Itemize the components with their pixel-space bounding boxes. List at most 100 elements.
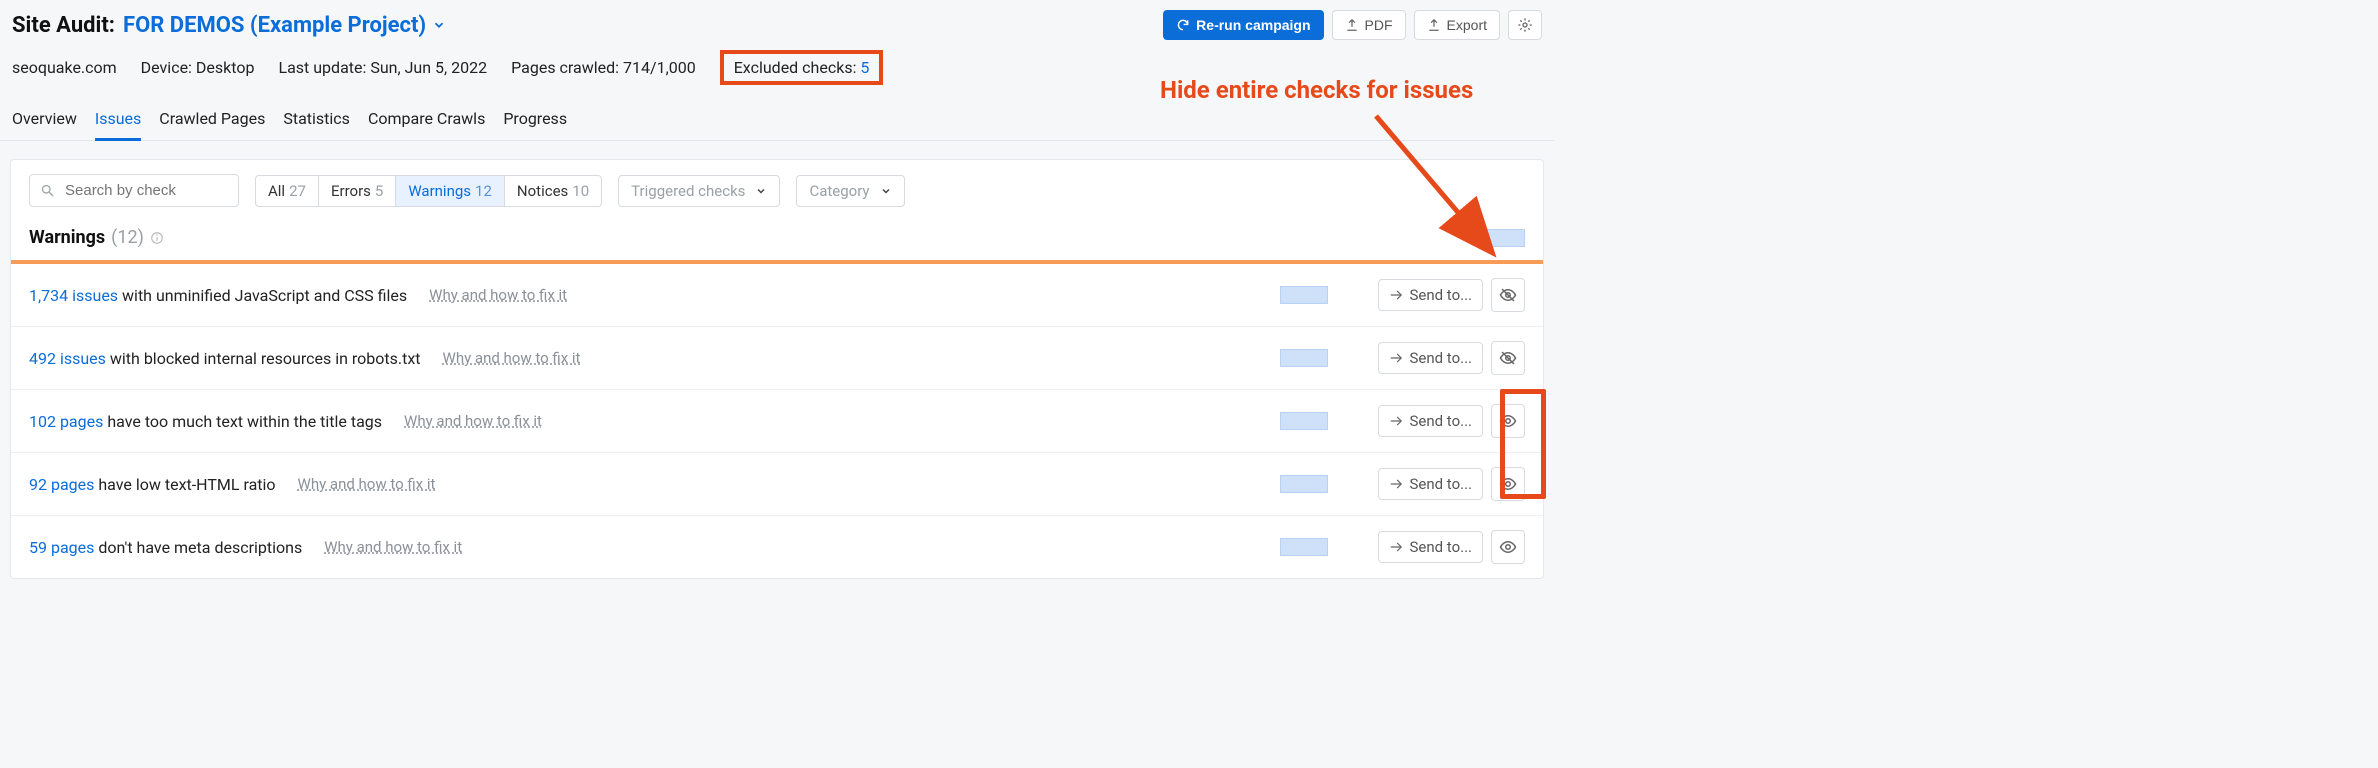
issue-row: 1,734 issues with unminified JavaScript … [11,264,1543,327]
tab-crawled-pages[interactable]: Crawled Pages [159,103,265,140]
issue-description: don't have meta descriptions [94,538,302,557]
send-to-label: Send to... [1409,412,1472,430]
upload-icon [1427,18,1441,32]
gear-icon [1517,17,1533,33]
filter-warnings[interactable]: Warnings12 [395,176,504,206]
device-info: Device: Desktop [141,58,255,77]
export-button[interactable]: Export [1414,10,1500,40]
share-icon [1389,414,1403,428]
filter-errors-count: 5 [375,182,383,200]
crawled-info: Pages crawled: 714/1,000 [511,58,696,77]
filter-notices-count: 10 [572,182,589,200]
show-check-button[interactable] [1491,530,1525,564]
settings-button[interactable] [1508,10,1542,40]
rerun-campaign-button[interactable]: Re-run campaign [1163,10,1323,40]
send-to-button[interactable]: Send to... [1378,531,1483,563]
trend-sparkline [1280,349,1328,367]
upload-icon [1345,18,1359,32]
send-to-button[interactable]: Send to... [1378,405,1483,437]
eye-icon [1499,475,1517,493]
share-icon [1389,288,1403,302]
send-to-label: Send to... [1409,286,1472,304]
excluded-label: Excluded checks: [734,58,857,77]
issue-count-link[interactable]: 92 pages [29,475,94,494]
send-to-button[interactable]: Send to... [1378,279,1483,311]
filter-notices[interactable]: Notices10 [504,176,601,206]
eye-icon [1499,538,1517,556]
issue-description: have too much text within the title tags [103,412,382,431]
eye-icon [1499,412,1517,430]
info-icon[interactable] [150,231,164,245]
search-input[interactable] [63,181,228,200]
annotation-text: Hide entire checks for issues [1160,76,1473,104]
filter-all-label: All [268,182,285,200]
why-fix-link[interactable]: Why and how to fix it [443,349,581,367]
trend-sparkline [1280,286,1328,304]
excluded-count-link[interactable]: 5 [860,58,869,77]
tab-statistics[interactable]: Statistics [283,103,350,140]
pdf-label: PDF [1365,17,1393,33]
pdf-button[interactable]: PDF [1332,10,1406,40]
device-value: Desktop [196,58,255,77]
tab-issues[interactable]: Issues [95,103,141,141]
search-icon [40,183,55,198]
issue-count-link[interactable]: 102 pages [29,412,103,431]
hide-check-button[interactable] [1491,341,1525,375]
last-update-info: Last update: Sun, Jun 5, 2022 [278,58,487,77]
severity-filter: All27 Errors5 Warnings12 Notices10 [255,175,602,207]
show-check-button[interactable] [1491,467,1525,501]
issue-description: have low text-HTML ratio [94,475,275,494]
why-fix-link[interactable]: Why and how to fix it [404,412,542,430]
device-label: Device: [141,58,192,77]
trend-sparkline [1280,412,1328,430]
chevron-down-icon [432,18,446,32]
category-dropdown[interactable]: Category [796,175,904,207]
send-to-label: Send to... [1409,349,1472,367]
category-label: Category [809,182,869,200]
triggered-label: Triggered checks [631,182,745,200]
issue-row: 102 pages have too much text within the … [11,390,1543,453]
filter-notices-label: Notices [517,182,568,200]
trend-sparkline [1280,538,1328,556]
issue-row: 492 issues with blocked internal resourc… [11,327,1543,390]
send-to-label: Send to... [1409,538,1472,556]
tab-progress[interactable]: Progress [503,103,567,140]
chevron-down-icon [880,185,892,197]
send-to-button[interactable]: Send to... [1378,468,1483,500]
issue-row: 92 pages have low text-HTML ratio Why and… [11,453,1543,516]
why-fix-link[interactable]: Why and how to fix it [429,286,567,304]
search-input-wrap[interactable] [29,174,239,207]
eye-off-icon [1499,286,1517,304]
issue-description: with blocked internal resources in robot… [106,349,421,368]
crawled-label: Pages crawled: [511,58,619,77]
triggered-checks-dropdown[interactable]: Triggered checks [618,175,780,207]
share-icon [1389,477,1403,491]
refresh-icon [1176,18,1190,32]
issue-count-link[interactable]: 59 pages [29,538,94,557]
section-title: Warnings [29,227,105,248]
domain-text: seoquake.com [12,58,117,77]
why-fix-link[interactable]: Why and how to fix it [324,538,462,556]
last-update-label: Last update: [278,58,366,77]
section-count: (12) [111,227,144,248]
show-check-button[interactable] [1491,404,1525,438]
tab-overview[interactable]: Overview [12,103,77,140]
filter-all[interactable]: All27 [256,176,318,206]
rerun-label: Re-run campaign [1196,17,1310,33]
hide-check-button[interactable] [1491,278,1525,312]
excluded-checks-highlight: Excluded checks: 5 [720,50,884,85]
issue-count-link[interactable]: 492 issues [29,349,106,368]
send-to-label: Send to... [1409,475,1472,493]
chevron-down-icon [755,185,767,197]
trend-sparkline [1280,475,1328,493]
filter-errors[interactable]: Errors5 [318,176,395,206]
project-name-dropdown[interactable]: FOR DEMOS (Example Project) [123,13,446,38]
trend-sparkline [1477,229,1525,247]
issue-row: 59 pages don't have meta descriptions Why… [11,516,1543,578]
filter-warnings-label: Warnings [408,182,471,200]
tab-compare-crawls[interactable]: Compare Crawls [368,103,485,140]
crawled-value: 714/1,000 [623,58,696,77]
why-fix-link[interactable]: Why and how to fix it [298,475,436,493]
issue-count-link[interactable]: 1,734 issues [29,286,118,305]
send-to-button[interactable]: Send to... [1378,342,1483,374]
